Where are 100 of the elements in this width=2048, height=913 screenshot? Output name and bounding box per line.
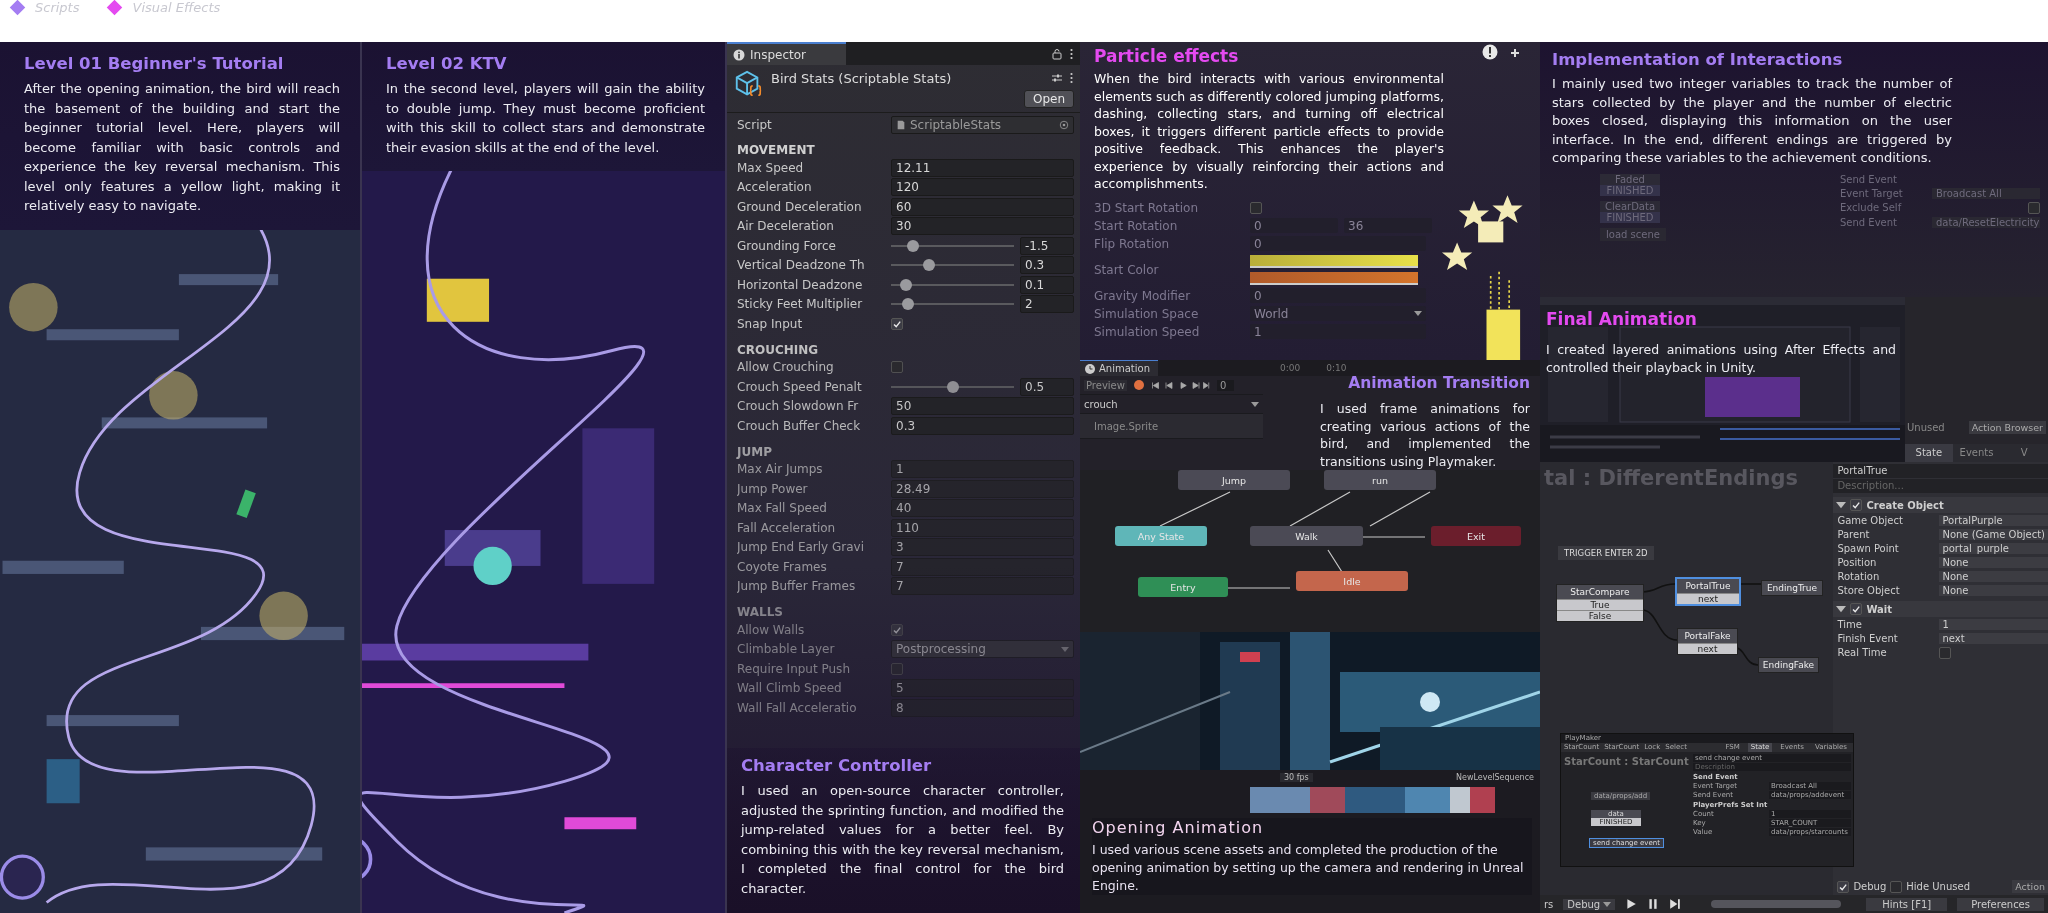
field-label: Event Target	[1840, 187, 1903, 199]
color-gradient-bar[interactable]	[1250, 254, 1418, 268]
state-node[interactable]: StarCompare True False	[1556, 584, 1644, 622]
number-field[interactable]: 0	[1250, 218, 1338, 233]
state-node[interactable]: EndingTrue	[1761, 580, 1823, 596]
pause-icon[interactable]	[1647, 898, 1660, 910]
preferences-button[interactable]: Preferences	[1957, 897, 2044, 911]
caret-icon[interactable]	[1836, 604, 1847, 614]
checkbox[interactable]	[1939, 646, 1952, 659]
state-node[interactable]: EndingFake	[1758, 657, 1819, 673]
lock-icon[interactable]	[1051, 47, 1063, 60]
number-field[interactable]: 7	[891, 577, 1074, 596]
layer-dropdown[interactable]: Postprocessing	[891, 640, 1074, 659]
field-label: Jump End Early Gravi	[737, 540, 866, 555]
space-dropdown[interactable]: World	[1250, 306, 1426, 321]
tab[interactable]: V	[2000, 444, 2048, 462]
checkbox[interactable]	[891, 662, 903, 675]
alert-icon	[1482, 44, 1498, 60]
checkbox[interactable]	[891, 623, 903, 636]
checkbox[interactable]	[1850, 499, 1863, 511]
plus-icon[interactable]	[1510, 48, 1520, 58]
state-node[interactable]: Jump	[1178, 470, 1290, 490]
action-button[interactable]: Action	[2012, 880, 2048, 893]
value-field[interactable]: portal_purple	[1939, 543, 2048, 554]
value-field[interactable]: PortalPurple	[1939, 515, 2048, 526]
checkbox[interactable]	[891, 317, 903, 330]
tab[interactable]: Events	[1952, 444, 2001, 462]
slider-thumb[interactable]	[902, 298, 915, 311]
slider-thumb[interactable]	[899, 278, 912, 291]
fps-dropdown[interactable]: 30 fps	[1280, 772, 1313, 782]
state-node[interactable]: PortalFake next	[1677, 628, 1738, 655]
state-node[interactable]: PortalTrue next	[1675, 577, 1741, 606]
animation-tab[interactable]: Animation	[1080, 360, 1158, 376]
value-field[interactable]: next	[1939, 633, 2048, 644]
number-field[interactable]: 2	[1020, 295, 1074, 314]
state-node[interactable]: run	[1324, 470, 1436, 490]
number-field[interactable]: 12.11	[891, 158, 1074, 177]
transition-label[interactable]: TRIGGER ENTER 2D	[1558, 546, 1654, 560]
number-field[interactable]: 3	[891, 538, 1074, 557]
menu-icon[interactable]	[1069, 47, 1074, 60]
number-field[interactable]: 0.3	[1020, 256, 1074, 275]
slider-thumb[interactable]	[923, 259, 936, 272]
checkbox[interactable]	[1890, 880, 1903, 893]
value-field[interactable]: None	[1939, 571, 2048, 582]
step-icon[interactable]	[1669, 898, 1682, 910]
value-field[interactable]: None	[1939, 557, 2048, 568]
number-field[interactable]: 0.5	[1020, 377, 1074, 396]
number-field[interactable]: -1.5	[1020, 236, 1074, 255]
record-icon[interactable]	[1132, 379, 1145, 391]
number-field[interactable]: 120	[891, 178, 1074, 197]
value-field[interactable]: None (Game Object)	[1939, 529, 2048, 540]
number-field[interactable]: 110	[891, 518, 1074, 537]
number-field[interactable]: 1	[891, 460, 1074, 479]
tab[interactable]: State	[1905, 444, 1953, 462]
state-node[interactable]: Exit	[1431, 526, 1521, 546]
slider-thumb[interactable]	[946, 380, 959, 393]
number-field[interactable]: 5	[891, 679, 1074, 698]
play-icon[interactable]	[1625, 898, 1638, 910]
checkbox[interactable]	[1850, 603, 1863, 615]
hints-button[interactable]: Hints [F1]	[1866, 897, 1948, 911]
script-field[interactable]: ScriptableStats	[891, 116, 1074, 134]
target-icon[interactable]	[1059, 120, 1069, 130]
number-field[interactable]: 0.1	[1020, 275, 1074, 294]
clip-dropdown[interactable]: crouch	[1084, 398, 1259, 410]
preview-button[interactable]: Preview	[1084, 379, 1127, 391]
value-field[interactable]: 1	[1939, 619, 2048, 630]
state-node[interactable]: Walk	[1250, 526, 1363, 546]
color-gradient-bar[interactable]	[1250, 271, 1418, 285]
caret-icon[interactable]	[1836, 500, 1847, 510]
number-field[interactable]: 40	[891, 499, 1074, 518]
state-name-field[interactable]: PortalTrue	[1833, 464, 2048, 478]
slider-thumb[interactable]	[907, 239, 920, 252]
number-field[interactable]: 0	[1250, 236, 1426, 251]
number-field[interactable]: 0	[1250, 288, 1426, 303]
checkbox[interactable]	[2028, 201, 2040, 214]
sliders-icon[interactable]	[1051, 72, 1063, 84]
number-field[interactable]: 7	[891, 557, 1074, 576]
checkbox[interactable]	[1250, 201, 1262, 214]
frame-field[interactable]: 0	[1216, 379, 1235, 391]
caret-icon	[1061, 646, 1069, 652]
inspector-tab[interactable]: Inspector	[727, 42, 846, 65]
number-field[interactable]: 30	[891, 217, 1074, 236]
number-field[interactable]: 36	[1344, 218, 1432, 233]
checkbox[interactable]	[891, 361, 903, 374]
menu-icon[interactable]	[1069, 72, 1074, 84]
open-button[interactable]: Open	[1023, 90, 1074, 108]
number-field[interactable]: 60	[891, 197, 1074, 216]
property-row[interactable]: Image.Sprite	[1084, 420, 1159, 432]
group-heading: JUMP	[735, 443, 773, 460]
number-field[interactable]: 0.3	[891, 416, 1074, 435]
number-field[interactable]: 8	[891, 698, 1074, 717]
value-field[interactable]: None	[1939, 585, 2048, 596]
transport-controls-icon[interactable]	[1150, 380, 1211, 390]
debug-dropdown[interactable]: Debug	[1563, 898, 1616, 910]
checkbox[interactable]	[1837, 880, 1850, 893]
scrollbar[interactable]	[1711, 900, 1842, 908]
number-field[interactable]: 1	[1250, 324, 1426, 339]
number-field[interactable]: 28.49	[891, 479, 1074, 498]
number-field[interactable]: 50	[891, 397, 1074, 416]
action-browser-button[interactable]: Action Browser	[1968, 420, 2046, 434]
